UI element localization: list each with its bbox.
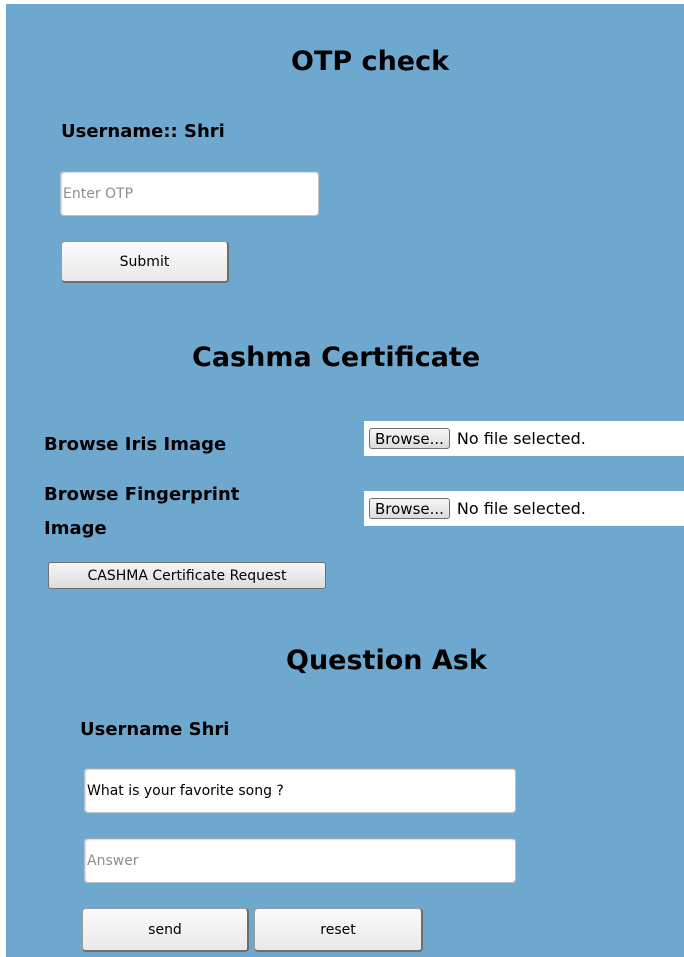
fingerprint-label-line2: Image	[44, 518, 107, 539]
send-button[interactable]: send	[82, 908, 249, 952]
otp-username-label: Username:: Shri	[61, 121, 225, 142]
question-username-label: Username Shri	[80, 719, 230, 740]
fingerprint-browse-button[interactable]: Browse...	[369, 498, 450, 519]
iris-file-status: No file selected.	[456, 429, 586, 448]
iris-image-label: Browse Iris Image	[44, 434, 227, 455]
question-section-title: Question Ask	[286, 645, 487, 676]
answer-input[interactable]	[84, 838, 516, 883]
otp-submit-button[interactable]: Submit	[61, 241, 229, 283]
reset-button[interactable]: reset	[254, 908, 423, 952]
iris-browse-button[interactable]: Browse...	[369, 428, 450, 449]
otp-input[interactable]	[60, 171, 319, 216]
question-input[interactable]	[84, 768, 516, 813]
iris-file-input[interactable]: Browse... No file selected.	[364, 421, 684, 456]
otp-section-title: OTP check	[291, 46, 450, 77]
fingerprint-file-input[interactable]: Browse... No file selected.	[364, 491, 684, 526]
main-panel: OTP check Username:: Shri Submit Cashma …	[6, 4, 684, 957]
fingerprint-label-line1: Browse Fingerprint	[44, 484, 240, 505]
cashma-certificate-request-button[interactable]: CASHMA Certificate Request	[48, 562, 326, 589]
fingerprint-file-status: No file selected.	[456, 499, 586, 518]
cashma-section-title: Cashma Certificate	[192, 342, 481, 373]
